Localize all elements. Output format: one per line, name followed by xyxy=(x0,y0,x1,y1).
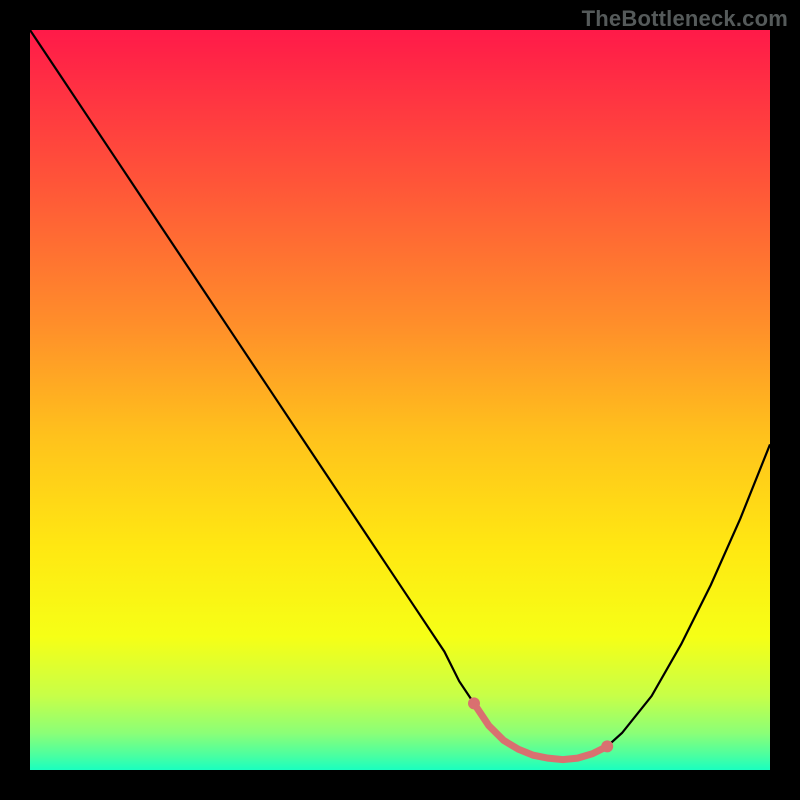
highlight-end-dot xyxy=(601,740,613,752)
chart-background-gradient xyxy=(30,30,770,770)
chart-container xyxy=(30,30,770,770)
bottleneck-chart xyxy=(30,30,770,770)
highlight-start-dot xyxy=(468,697,480,709)
watermark-text: TheBottleneck.com xyxy=(582,6,788,32)
